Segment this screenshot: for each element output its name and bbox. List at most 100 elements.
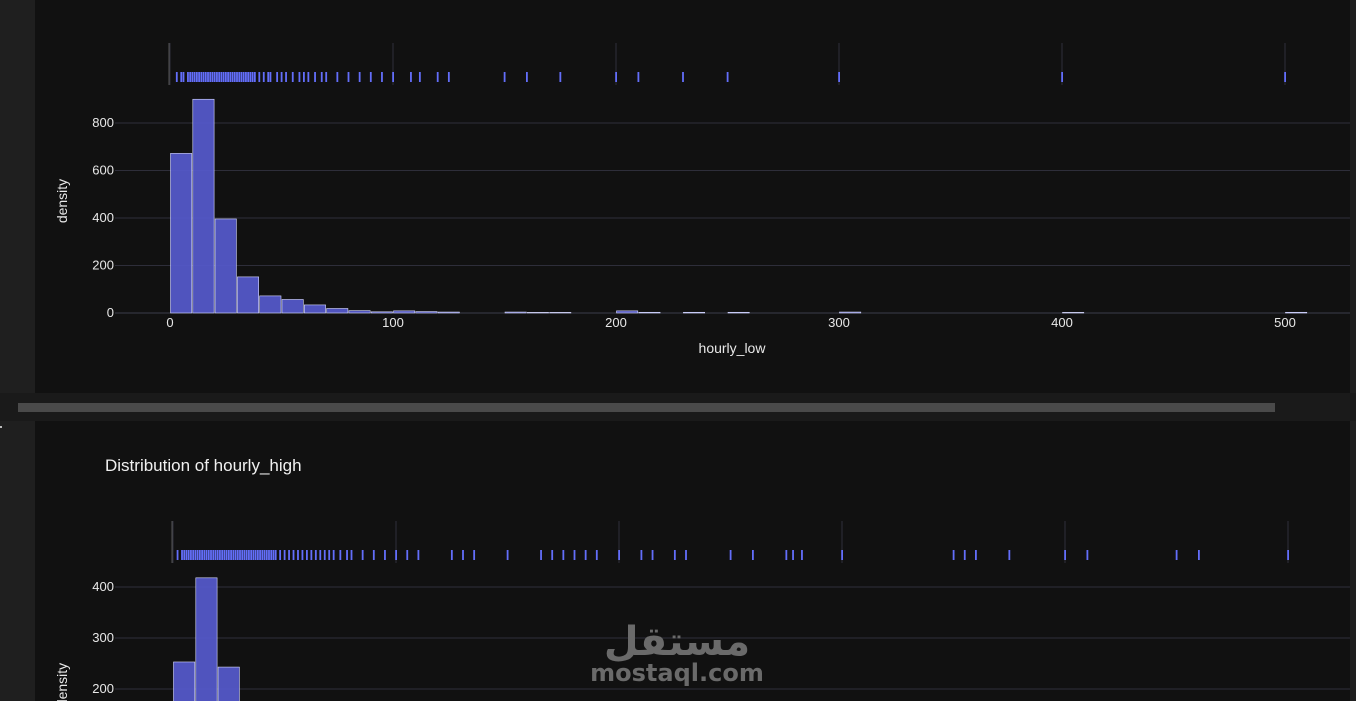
rug-tick — [233, 72, 236, 82]
rug-tick — [203, 550, 206, 560]
rug-tick — [223, 550, 226, 560]
histogram-bar — [259, 295, 282, 314]
rug-tick — [181, 550, 183, 560]
rug-tick — [1175, 550, 1178, 560]
chart-title: Distribution of hourly_high — [105, 456, 302, 475]
histogram-bar — [170, 153, 193, 314]
rug-tick — [682, 72, 684, 82]
rug-tick — [615, 72, 617, 82]
rug-tick — [207, 550, 210, 560]
y-axis-title: density — [54, 663, 70, 701]
chart-panel-hourly-low: 0 200 400 600 800 0 100 200 300 400 500 hourly_low d… — [35, 0, 1350, 393]
rug-tick — [392, 72, 394, 82]
rug-tick — [381, 72, 383, 82]
x-tick-label: 100 — [382, 315, 404, 330]
rug-tick — [231, 72, 234, 82]
rug-tick — [224, 72, 227, 82]
rug-tick — [551, 550, 554, 560]
rug-tick — [180, 72, 183, 82]
rug-tick — [450, 550, 453, 560]
rug-tick — [198, 550, 201, 560]
rug-tick — [752, 550, 754, 560]
rug-tick — [247, 72, 250, 82]
rug-tick — [1008, 550, 1011, 560]
rug-tick — [336, 72, 339, 82]
rug-tick — [801, 550, 803, 560]
rug-tick — [250, 550, 253, 560]
rug-tick — [267, 72, 270, 82]
rug-tick — [291, 72, 294, 82]
rug-tick — [314, 72, 316, 82]
rug-tick — [234, 550, 237, 560]
scrollbar-thumb[interactable] — [18, 403, 1275, 412]
rug-tick — [200, 72, 203, 82]
y-tick-label: 400 — [92, 210, 114, 225]
rug-tick — [245, 72, 247, 82]
histogram-bar — [638, 311, 661, 314]
rug-tick — [252, 550, 255, 560]
rug-tick — [328, 550, 331, 560]
y-tick-label: 600 — [92, 163, 114, 178]
rug-tick — [227, 550, 230, 560]
rug-tick — [270, 550, 273, 560]
rug-tick — [249, 72, 252, 82]
rug-tick — [726, 72, 729, 82]
rug-tick — [218, 72, 221, 82]
rug-tick — [202, 72, 205, 82]
rug-tick — [473, 550, 476, 560]
histogram-bar — [326, 308, 349, 314]
rug-tick — [222, 72, 225, 82]
histogram-bar — [727, 311, 750, 314]
rug-tick — [729, 550, 732, 560]
rug-tick — [190, 550, 192, 560]
rug-tick — [325, 72, 328, 82]
rug-tick — [506, 550, 509, 560]
rug-tick — [297, 550, 299, 560]
rug-tick — [268, 550, 270, 560]
rug-tick — [213, 72, 216, 82]
rug-tick — [303, 72, 305, 82]
histogram-bar — [195, 577, 218, 701]
histogram-bar — [549, 312, 572, 314]
y-axis-title: density — [54, 179, 70, 223]
rug-tick — [253, 72, 256, 82]
rug-tick — [1064, 550, 1066, 560]
rug-tick — [292, 550, 295, 560]
rug-tick — [307, 72, 310, 82]
rug-tick — [785, 550, 788, 560]
rug-tick — [262, 72, 265, 82]
rug-tick — [245, 550, 248, 560]
rug-tick — [189, 72, 192, 82]
rug-tick — [193, 72, 196, 82]
rug-tick — [230, 550, 232, 560]
rug-tick — [283, 550, 286, 560]
rug-tick — [209, 72, 212, 82]
rug-tick — [526, 72, 528, 82]
rug-tick — [436, 72, 439, 82]
histogram-bar — [214, 218, 237, 314]
histogram-bar — [192, 98, 215, 314]
rug-tick — [640, 550, 643, 560]
chart-hourly-high[interactable]: Distribution of hourly_high 200 300 400 dens… — [35, 421, 1350, 701]
horizontal-scrollbar[interactable] — [0, 393, 1356, 421]
rug-tick — [182, 72, 185, 82]
rug-tick — [673, 550, 676, 560]
rug-tick — [220, 72, 223, 82]
histogram-bar — [237, 276, 259, 314]
chart-hourly-low[interactable]: 0 200 400 600 800 0 100 200 300 400 500 hourly_low d… — [35, 0, 1350, 393]
rug-tick — [595, 550, 598, 560]
rug-tick — [216, 72, 218, 82]
x-tick-label: 500 — [1274, 315, 1296, 330]
rug-tick — [418, 72, 421, 82]
histogram-bar — [683, 311, 706, 314]
histogram-bar — [526, 312, 549, 314]
rug-tick — [952, 550, 955, 560]
rug-tick — [272, 550, 275, 560]
histogram-bar — [437, 311, 460, 314]
rug-tick — [254, 550, 257, 560]
rug-tick — [384, 550, 386, 560]
rug-tick — [975, 550, 977, 560]
rug-tick — [221, 550, 224, 560]
cell-marker — [0, 426, 2, 428]
rug-tick — [242, 72, 245, 82]
